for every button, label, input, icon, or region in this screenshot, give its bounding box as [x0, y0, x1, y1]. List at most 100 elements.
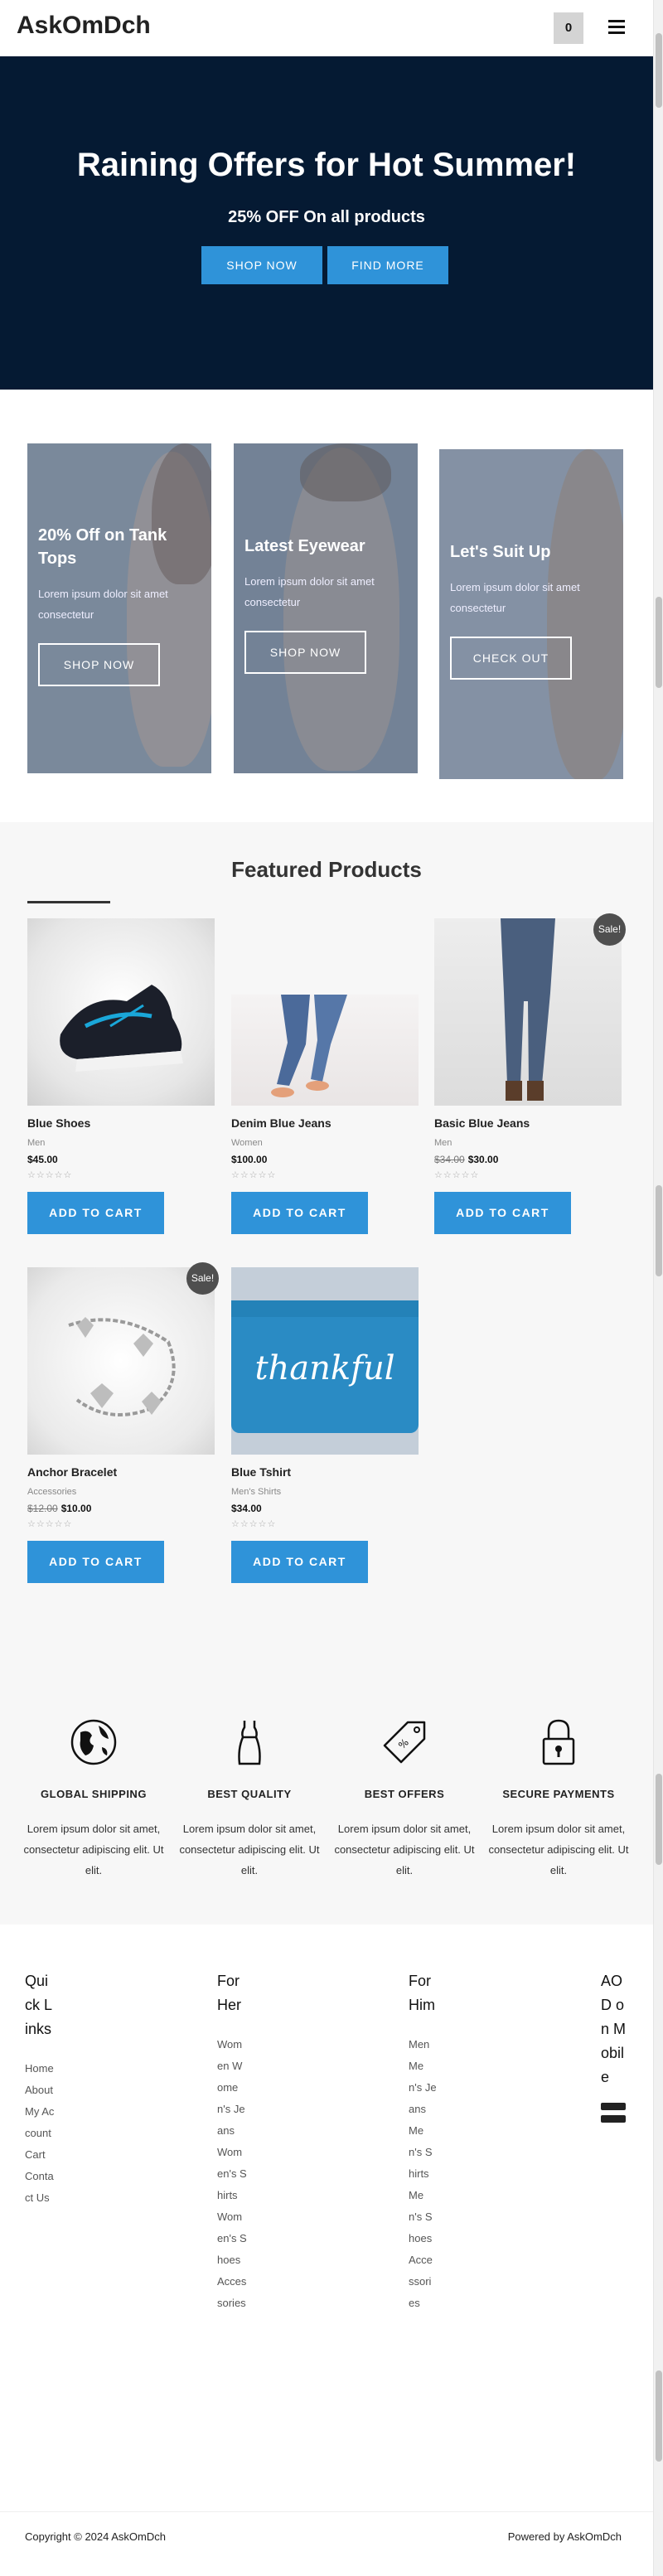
copyright-text: Copyright © 2024 AskOmDch — [25, 2530, 166, 2543]
product-rating-stars: ☆☆☆☆☆ — [27, 1519, 73, 1529]
footer-link-my-account[interactable]: My Account — [25, 2101, 55, 2144]
promo-title: Latest Eyewear — [244, 537, 365, 555]
product-rating-stars: ☆☆☆☆☆ — [231, 1170, 277, 1180]
scrollbar-thumb[interactable] — [656, 2370, 662, 2462]
feature-desc: Lorem ipsum dolor sit amet, consectetur … — [23, 1823, 164, 1876]
scrollbar-thumb[interactable] — [656, 597, 662, 688]
footer-link-mens-shoes[interactable]: Men's Shoes — [409, 2185, 437, 2249]
product-rating-stars: ☆☆☆☆☆ — [231, 1519, 277, 1529]
product-category[interactable]: Men — [434, 1138, 452, 1148]
product-category[interactable]: Men's Shirts — [231, 1487, 281, 1497]
product-image[interactable] — [434, 918, 622, 1106]
product-card-blue-shoes: Blue Shoes Men $45.00 ☆☆☆☆☆ ADD TO CART — [27, 918, 215, 1234]
footer-for-her: For Her Women Women's Jeans Women's Shir… — [217, 1969, 247, 2314]
add-to-cart-button[interactable]: ADD TO CART — [27, 1541, 164, 1583]
footer-link-women[interactable]: Women Women's Jeans — [217, 2034, 247, 2142]
footer-link-contact-us[interactable]: Contact Us — [25, 2166, 55, 2209]
shop-now-button[interactable]: SHOP NOW — [201, 246, 322, 284]
product-name[interactable]: Basic Blue Jeans — [434, 1116, 530, 1130]
product-name[interactable]: Blue Shoes — [27, 1116, 90, 1130]
footer-divider — [0, 2511, 653, 2512]
google-play-badge-icon[interactable] — [601, 2115, 626, 2123]
cart-count-badge[interactable]: 0 — [554, 12, 583, 44]
product-current-price: $34.00 — [231, 1503, 262, 1514]
product-card-anchor-bracelet: Sale! Anchor Bracelet Accessories $12.00… — [27, 1262, 219, 1583]
svg-text:%: % — [396, 1736, 411, 1751]
product-price: $12.00 $10.00 — [27, 1503, 91, 1514]
footer-link-accessories[interactable]: Accessories — [409, 2249, 437, 2314]
product-old-price: $34.00 — [434, 1154, 465, 1165]
footer-column-title: AOD on Mobile — [601, 1973, 627, 2085]
hamburger-menu-icon[interactable] — [608, 20, 625, 35]
product-card-denim-blue-jeans: Denim Blue Jeans Women $100.00 ☆☆☆☆☆ ADD… — [231, 918, 419, 1234]
site-header: AskOmDch 0 — [0, 0, 653, 56]
page-scrollbar[interactable] — [653, 0, 663, 2576]
product-price: $34.00 — [231, 1503, 262, 1514]
product-name[interactable]: Blue Tshirt — [231, 1465, 291, 1479]
footer-link-womens-shoes[interactable]: Women's Shoes — [217, 2206, 247, 2271]
feature-desc: Lorem ipsum dolor sit amet, consectetur … — [179, 1823, 320, 1876]
feature-desc: Lorem ipsum dolor sit amet, consectetur … — [488, 1823, 629, 1876]
product-current-price: $30.00 — [467, 1154, 499, 1165]
product-category[interactable]: Women — [231, 1138, 263, 1148]
tshirt-image: thankful — [231, 1300, 419, 1433]
add-to-cart-button[interactable]: ADD TO CART — [27, 1192, 164, 1234]
footer-link-mens-shirts[interactable]: Men's Shirts — [409, 2120, 437, 2185]
footer-link-womens-shirts[interactable]: Women's Shirts — [217, 2142, 247, 2206]
promo-check-out-button[interactable]: CHECK OUT — [450, 637, 572, 680]
product-current-price: $100.00 — [231, 1154, 268, 1165]
footer-link-about[interactable]: About — [25, 2080, 55, 2101]
footer-link-home[interactable]: Home — [25, 2058, 55, 2080]
add-to-cart-button[interactable]: ADD TO CART — [231, 1192, 368, 1234]
product-category[interactable]: Men — [27, 1138, 45, 1148]
lock-icon — [542, 1719, 575, 1765]
product-category[interactable]: Accessories — [27, 1487, 76, 1497]
scrollbar-thumb[interactable] — [656, 33, 662, 108]
promo-card-eyewear[interactable]: Latest Eyewear Lorem ipsum dolor sit ame… — [234, 443, 418, 773]
footer-column-title: Quick Links — [25, 1973, 53, 2037]
feature-title: SECURE PAYMENTS — [502, 1788, 615, 1800]
product-old-price: $12.00 — [27, 1503, 58, 1514]
product-image[interactable] — [231, 995, 419, 1106]
globe-icon — [70, 1719, 117, 1765]
promo-card-suit-up[interactable]: Let's Suit Up Lorem ipsum dolor sit amet… — [439, 449, 623, 779]
sneaker-image — [60, 985, 183, 1072]
footer-column-title: For Her — [217, 1973, 242, 2013]
promo-desc: Lorem ipsum dolor sit amet consectetur — [450, 581, 580, 614]
scrollbar-thumb[interactable] — [656, 1185, 662, 1276]
footer-link-men[interactable]: Men Men's Jeans — [409, 2034, 437, 2120]
product-name[interactable]: Anchor Bracelet — [27, 1465, 117, 1479]
promo-card-tank-tops[interactable]: 20% Off on Tank Tops Lorem ipsum dolor s… — [27, 443, 211, 773]
product-current-price: $45.00 — [27, 1154, 58, 1165]
product-card-blue-tshirt: thankful Blue Tshirt Men's Shirts $34.00… — [231, 1267, 419, 1583]
jeans-legs-image — [271, 995, 347, 1097]
product-image[interactable] — [27, 1267, 215, 1455]
sale-badge: Sale! — [186, 1262, 219, 1295]
product-image[interactable]: thankful — [231, 1267, 419, 1455]
scrollbar-thumb[interactable] — [656, 1774, 662, 1865]
promo-shop-now-button[interactable]: SHOP NOW — [244, 631, 366, 674]
product-image[interactable] — [27, 918, 215, 1106]
find-more-button[interactable]: FIND MORE — [327, 246, 448, 284]
product-current-price: $10.00 — [60, 1503, 92, 1514]
product-price: $34.00 $30.00 — [434, 1154, 498, 1165]
feature-best-quality: BEST QUALITY Lorem ipsum dolor sit amet,… — [175, 1717, 324, 1881]
featured-title: Featured Products — [231, 857, 422, 882]
promo-title: 20% Off on Tank Tops — [38, 526, 167, 568]
product-price: $45.00 — [27, 1154, 58, 1165]
add-to-cart-button[interactable]: ADD TO CART — [434, 1192, 571, 1234]
product-name[interactable]: Denim Blue Jeans — [231, 1116, 332, 1130]
promo-shop-now-button[interactable]: SHOP NOW — [38, 643, 160, 686]
product-card-basic-blue-jeans: Sale! Basic Blue Jeans Men $34.00 $30.00 … — [434, 913, 626, 1234]
site-logo[interactable]: AskOmDch — [17, 12, 151, 40]
footer-link-cart[interactable]: Cart — [25, 2144, 55, 2166]
hero-subtitle: 25% OFF On all products — [228, 208, 425, 226]
add-to-cart-button[interactable]: ADD TO CART — [231, 1541, 368, 1583]
promo-title: Let's Suit Up — [450, 543, 551, 561]
price-tag-icon: % — [383, 1721, 426, 1764]
hero-title: Raining Offers for Hot Summer! — [76, 147, 577, 183]
footer-link-accessories[interactable]: Accessories — [217, 2271, 247, 2314]
footer-for-him: For Him Men Men's Jeans Men's Shirts Men… — [409, 1969, 437, 2314]
app-store-badge-icon[interactable] — [601, 2103, 626, 2110]
product-rating-stars: ☆☆☆☆☆ — [434, 1170, 480, 1180]
